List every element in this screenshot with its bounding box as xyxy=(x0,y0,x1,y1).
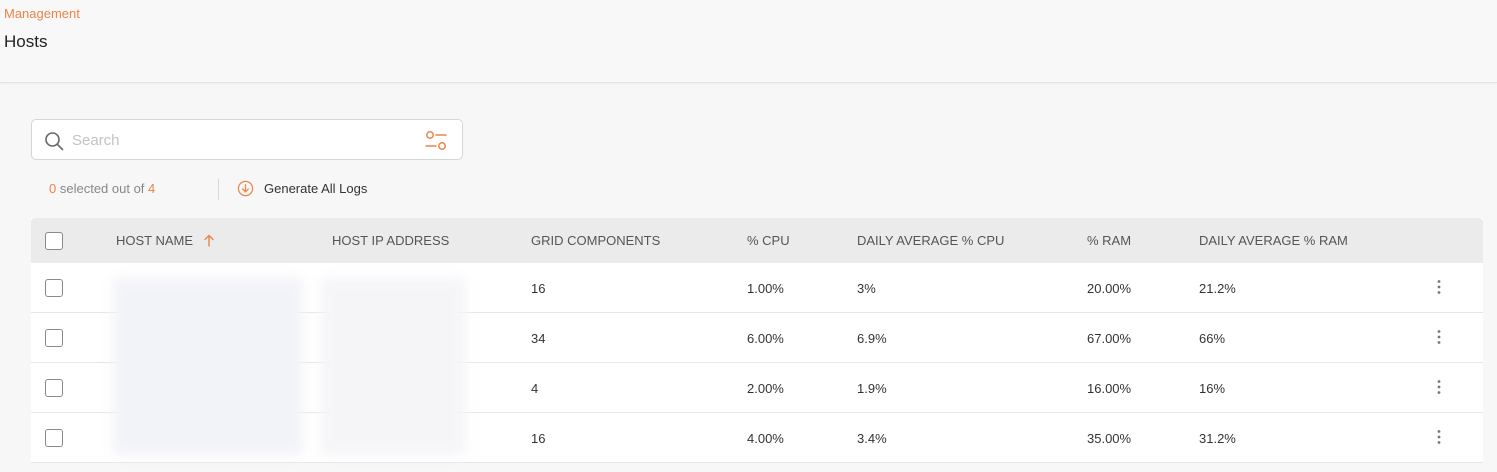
cell-cpu: 2.00% xyxy=(747,381,784,396)
cell-daily-avg-ram: 31.2% xyxy=(1199,431,1236,446)
cell-ram: 20.00% xyxy=(1087,281,1132,296)
page-title: Hosts xyxy=(4,32,48,51)
filter-icon[interactable] xyxy=(425,130,447,152)
cell-grid-components: 16 xyxy=(531,431,546,446)
page-header: Management Hosts xyxy=(0,0,1497,83)
download-circle-icon xyxy=(237,180,254,196)
select-all-checkbox[interactable] xyxy=(45,232,63,250)
column-header-host-ip[interactable]: HOST IP ADDRESS xyxy=(332,233,449,248)
cell-cpu: 4.00% xyxy=(747,431,784,446)
kebab-menu-icon[interactable] xyxy=(1431,379,1447,395)
cell-daily-avg-ram: 66% xyxy=(1199,331,1226,346)
selection-count: 0 selected out of 4 xyxy=(49,181,155,196)
cell-daily-avg-cpu: 3% xyxy=(857,281,876,296)
column-header-label: HOST NAME xyxy=(116,233,194,248)
cell-ram: 67.00% xyxy=(1087,331,1132,346)
cell-grid-components: 34 xyxy=(531,331,546,346)
kebab-menu-icon[interactable] xyxy=(1431,429,1447,445)
selected-count: 0 xyxy=(49,181,57,196)
column-header-grid-components[interactable]: GRID COMPONENTS xyxy=(531,233,660,248)
generate-all-logs-button[interactable]: Generate All Logs xyxy=(237,179,367,197)
cell-daily-avg-cpu: 1.9% xyxy=(857,381,887,396)
search-icon xyxy=(45,132,64,151)
cell-daily-avg-cpu: 3.4% xyxy=(857,431,887,446)
selection-text: selected out of xyxy=(59,181,145,196)
cell-cpu: 6.00% xyxy=(747,331,784,346)
breadcrumb[interactable]: Management xyxy=(4,6,80,21)
row-checkbox[interactable] xyxy=(45,429,63,447)
cell-grid-components: 16 xyxy=(531,281,546,296)
cell-daily-avg-ram: 21.2% xyxy=(1199,281,1236,296)
row-checkbox[interactable] xyxy=(45,279,63,297)
row-checkbox[interactable] xyxy=(45,329,63,347)
total-count: 4 xyxy=(148,181,156,196)
table-header: HOST NAME HOST IP ADDRESS GRID COMPONENT… xyxy=(31,218,1483,263)
cell-daily-avg-cpu: 6.9% xyxy=(857,331,887,346)
cell-grid-components: 4 xyxy=(531,381,539,396)
cell-ram: 16.00% xyxy=(1087,381,1132,396)
cell-daily-avg-ram: 16% xyxy=(1199,381,1226,396)
toolbar-divider xyxy=(218,179,219,200)
column-header-daily-avg-cpu[interactable]: DAILY AVERAGE % CPU xyxy=(857,233,1004,248)
kebab-menu-icon[interactable] xyxy=(1431,329,1447,345)
cell-ram: 35.00% xyxy=(1087,431,1132,446)
column-header-cpu[interactable]: % CPU xyxy=(747,233,790,248)
kebab-menu-icon[interactable] xyxy=(1431,279,1447,295)
hosts-table: HOST NAME HOST IP ADDRESS GRID COMPONENT… xyxy=(31,218,1483,463)
column-header-daily-avg-ram[interactable]: DAILY AVERAGE % RAM xyxy=(1199,233,1348,248)
column-header-ram[interactable]: % RAM xyxy=(1087,233,1131,248)
redacted-host-names xyxy=(113,278,303,455)
generate-all-logs-label: Generate All Logs xyxy=(264,180,368,196)
column-header-host-name[interactable]: HOST NAME xyxy=(116,233,215,248)
search-box[interactable] xyxy=(31,119,463,160)
cell-cpu: 1.00% xyxy=(747,281,784,296)
redacted-host-ips xyxy=(321,278,466,455)
row-checkbox[interactable] xyxy=(45,379,63,397)
search-input[interactable] xyxy=(72,128,402,152)
arrow-up-icon[interactable] xyxy=(203,234,215,247)
